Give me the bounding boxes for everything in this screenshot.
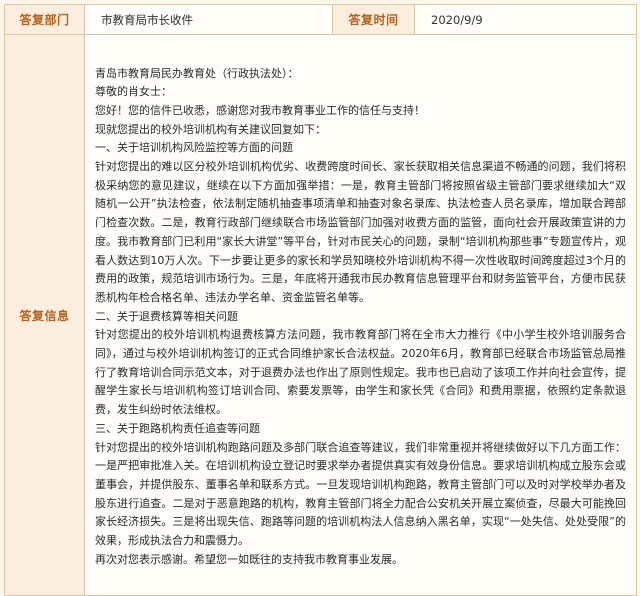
section-1-body: 针对您提出的难以区分校外培训机构优劣、收费跨度时间长、家长获取相关信息渠道不畅通… (95, 160, 626, 304)
opening-line: 您好！您的信件已收悉，感谢您对我市教育事业工作的信任与支持！ (95, 103, 425, 117)
section-2-heading: 二、关于退费核算等相关问题 (95, 309, 238, 323)
reply-label: 答复信息 (4, 34, 85, 596)
department-value: 市教育局市长收件 (84, 4, 333, 35)
section-2-body: 针对您提出的校外培训机构退费核算方法问题，我市教育部门将在全市大力推行《中小学生… (95, 328, 626, 417)
content-row: 答复信息 青岛市教育局民办教育处（行政执法处）： 尊敬的肖女士： 您好！您的信件… (4, 34, 637, 596)
section-3-heading: 三、关于跑路机构责任追查等问题 (95, 421, 260, 435)
reply-sheet: 答复部门 市教育局市长收件 答复时间 2020/9/9 答复信息 青岛市教育局民… (0, 0, 640, 596)
section-1-heading: 一、关于培训机构风险监控等方面的问题 (95, 141, 293, 155)
reply-content: 青岛市教育局民办教育处（行政执法处）： 尊敬的肖女士： 您好！您的信件已收悉，感… (84, 34, 637, 596)
closing-line: 再次对您表示感谢。希望您一如既往的支持我市教育事业发展。 (95, 552, 403, 566)
time-value: 2020/9/9 (414, 4, 637, 35)
department-label: 答复部门 (4, 4, 85, 35)
greeting-recipient: 尊敬的肖女士： (95, 85, 172, 99)
section-3-body: 针对您提出的校外培训机构跑路问题及多部门联合追查等建议，我们非常重视并将继续做好… (95, 440, 626, 548)
header-row: 答复部门 市教育局市长收件 答复时间 2020/9/9 (4, 4, 637, 35)
reply-table: 答复部门 市教育局市长收件 答复时间 2020/9/9 答复信息 青岛市教育局民… (4, 4, 637, 596)
greeting-office: 青岛市教育局民办教育处（行政执法处）： (95, 66, 299, 80)
time-label: 答复时间 (332, 4, 415, 35)
intro-line: 现就您提出的校外培训机构有关建议回复如下： (95, 122, 326, 136)
